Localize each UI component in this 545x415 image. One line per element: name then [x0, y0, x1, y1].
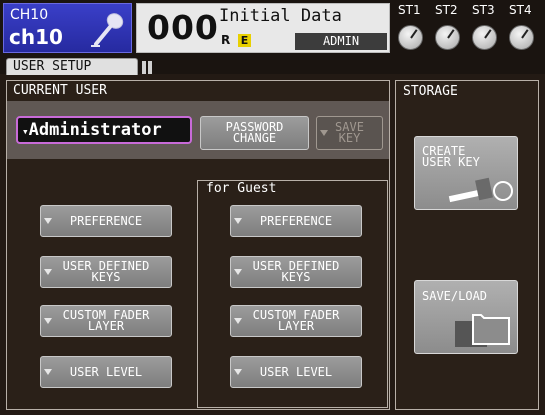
- st-label: ST1: [398, 3, 421, 17]
- guest-custom-fader-layer-button[interactable]: CUSTOM FADER LAYER: [230, 305, 362, 337]
- folder-icon: [455, 314, 510, 347]
- scene-read-only-flag: R: [221, 33, 231, 47]
- guest-user-level-button[interactable]: USER LEVEL: [230, 356, 362, 388]
- password-change-button[interactable]: PASSWORD CHANGE: [200, 116, 309, 150]
- preference-label: PREFERENCE: [69, 213, 143, 228]
- custom-fader-layer-button[interactable]: CUSTOM FADER LAYER: [40, 305, 172, 337]
- scene-memory-box[interactable]: 000 Initial Data R E ADMIN: [136, 3, 390, 53]
- dropdown-icon: [234, 369, 242, 375]
- user-select-value: Administrator: [28, 120, 162, 140]
- save-key-button[interactable]: SAVE KEY: [316, 116, 383, 150]
- channel-short-name: ch10: [9, 25, 63, 49]
- dropdown-icon: [234, 218, 242, 224]
- st-label: ST4: [509, 3, 532, 17]
- guest-user-defined-keys-button[interactable]: USER DEFINED KEYS: [230, 256, 362, 288]
- user-level-button[interactable]: USER LEVEL: [40, 356, 172, 388]
- dropdown-icon: [234, 318, 242, 324]
- user-key-icon: [448, 177, 513, 203]
- st-knob-icon[interactable]: [509, 25, 534, 50]
- tab-scroll-icon[interactable]: [141, 60, 157, 74]
- create-user-key-label: CREATE USER KEY: [422, 144, 480, 169]
- selected-channel-box[interactable]: CH10 ch10: [3, 3, 132, 53]
- guest-title: for Guest: [206, 181, 277, 196]
- dropdown-icon: [234, 269, 242, 275]
- user-level-label: USER LEVEL: [69, 364, 143, 379]
- preference-button[interactable]: PREFERENCE: [40, 205, 172, 237]
- guest-user-level-label: USER LEVEL: [259, 364, 333, 379]
- microphone-icon: [91, 13, 124, 47]
- function-access-header: CH10 ch10 000 Initial Data R E ADMIN ST1…: [0, 0, 545, 57]
- user-select-dropdown[interactable]: ▾Administrator: [16, 116, 192, 144]
- storage-title: STORAGE: [403, 84, 458, 99]
- st-knob-icon[interactable]: [398, 25, 423, 50]
- custom-fader-layer-label: CUSTOM FADER LAYER: [62, 308, 150, 333]
- user-setup-screen: CH10 ch10 000 Initial Data R E ADMIN ST1…: [0, 0, 545, 415]
- chevron-down-icon: ▾: [22, 125, 29, 138]
- st-in-knobs: ST1 ST2 ST3 ST4: [394, 3, 542, 53]
- guest-user-defined-keys-label: USER DEFINED KEYS: [252, 259, 340, 284]
- scene-number: 000: [147, 8, 219, 47]
- save-load-label: SAVE/LOAD: [422, 289, 488, 303]
- dropdown-icon: [44, 218, 52, 224]
- tab-user-setup[interactable]: USER SETUP: [6, 58, 138, 75]
- st-knob-icon[interactable]: [435, 25, 460, 50]
- st-knob-icon[interactable]: [472, 25, 497, 50]
- guest-custom-fader-layer-label: CUSTOM FADER LAYER: [252, 308, 340, 333]
- current-user-badge: ADMIN: [295, 33, 387, 50]
- channel-id: CH10: [10, 7, 49, 23]
- current-user-title: CURRENT USER: [13, 83, 107, 98]
- dropdown-icon: [44, 369, 52, 375]
- user-defined-keys-label: USER DEFINED KEYS: [62, 259, 150, 284]
- st-label: ST2: [435, 3, 458, 17]
- dropdown-icon: [44, 318, 52, 324]
- edit-flag-icon: E: [238, 34, 251, 47]
- guest-preference-label: PREFERENCE: [259, 213, 333, 228]
- save-key-label: SAVE KEY: [335, 120, 364, 145]
- scene-title: Initial Data: [219, 6, 342, 26]
- password-change-label: PASSWORD CHANGE: [225, 120, 284, 145]
- save-load-button[interactable]: SAVE/LOAD: [414, 280, 518, 354]
- create-user-key-button[interactable]: CREATE USER KEY: [414, 136, 518, 210]
- guest-preference-button[interactable]: PREFERENCE: [230, 205, 362, 237]
- st-label: ST3: [472, 3, 495, 17]
- user-defined-keys-button[interactable]: USER DEFINED KEYS: [40, 256, 172, 288]
- dropdown-icon: [320, 130, 328, 136]
- tab-bar: USER SETUP: [0, 57, 545, 75]
- dropdown-icon: [44, 269, 52, 275]
- storage-panel: STORAGE: [395, 80, 539, 410]
